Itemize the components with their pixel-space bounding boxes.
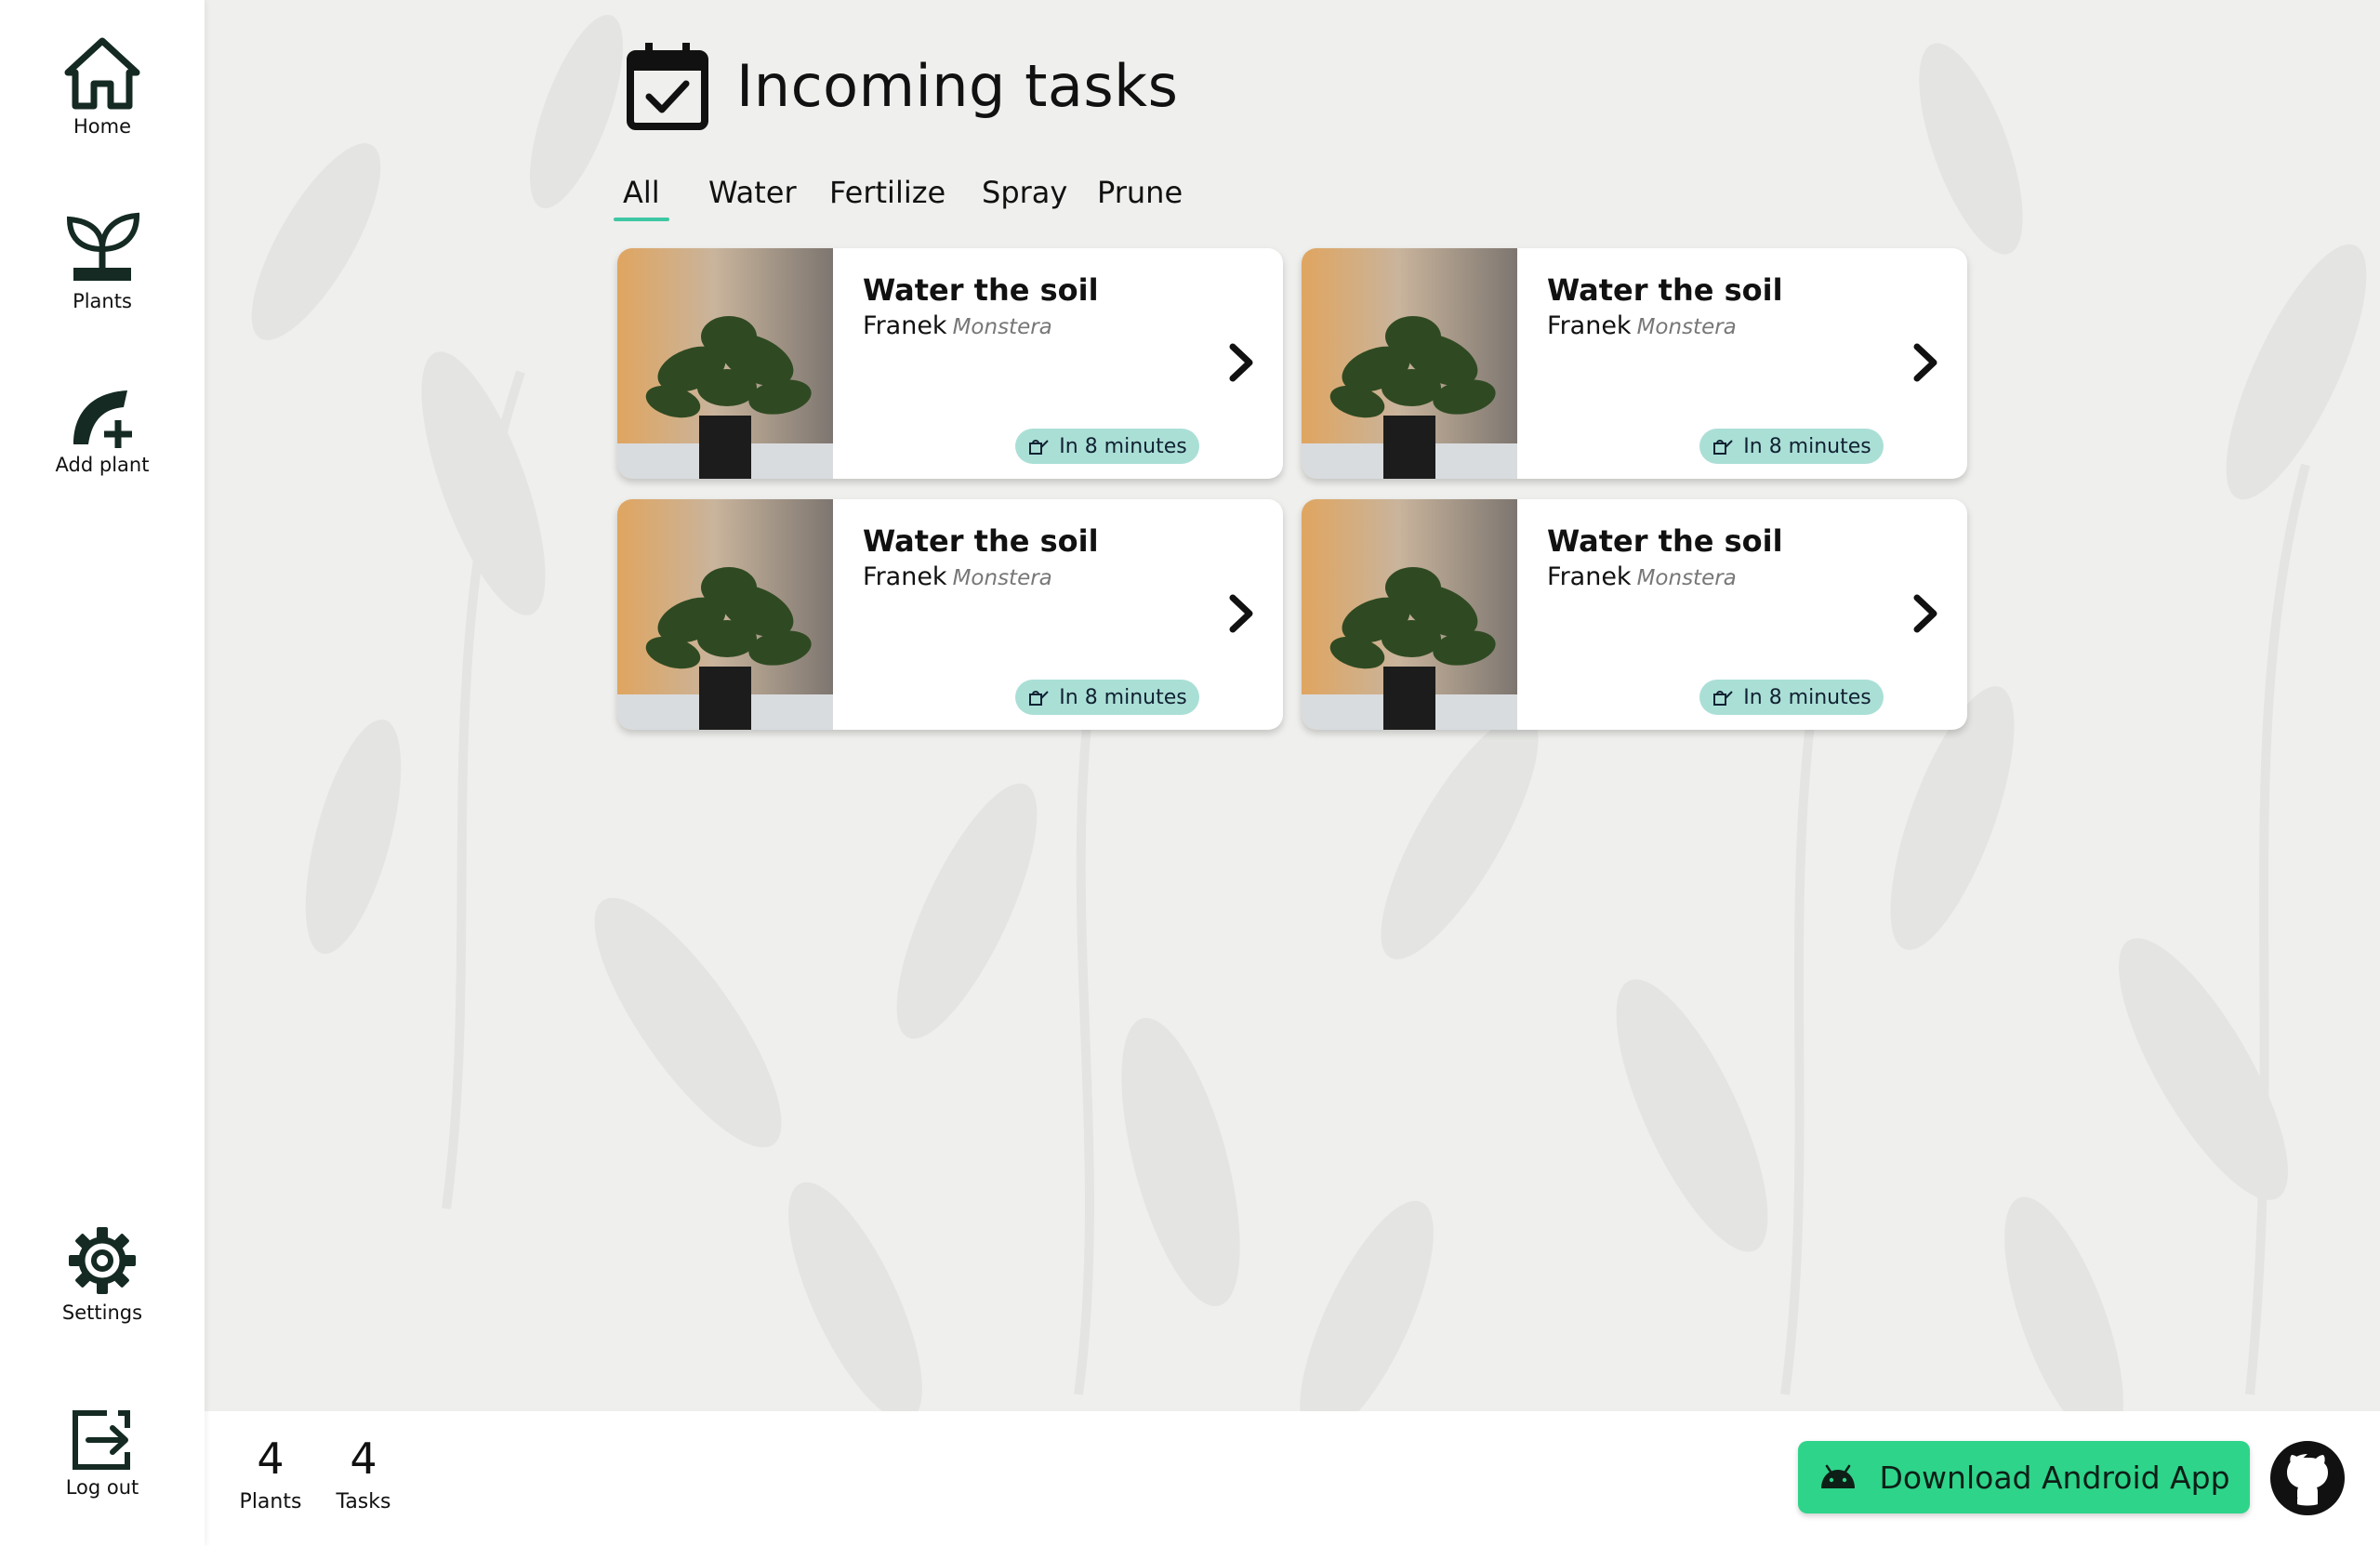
- plant-name: Franek: [1547, 562, 1632, 591]
- due-badge: In 8 minutes: [1015, 680, 1199, 715]
- task-title: Water the soil: [863, 272, 1099, 308]
- tasks-count: 4: [350, 1434, 377, 1484]
- plant-photo: [617, 248, 833, 479]
- chevron-right-icon[interactable]: [1911, 341, 1939, 384]
- add-plant-icon: [73, 390, 132, 448]
- footer-bar: 4 Plants 4 Tasks Download Android App: [205, 1411, 2380, 1546]
- plant-species: Monstera: [1636, 566, 1737, 590]
- task-plant-info: Franek Monstera: [863, 562, 1052, 591]
- logout-icon: [73, 1410, 130, 1470]
- plant-photo: [617, 499, 833, 730]
- task-plant-info: Franek Monstera: [1547, 311, 1737, 340]
- tab-prune[interactable]: Prune: [1088, 175, 1192, 210]
- github-icon[interactable]: [2270, 1441, 2345, 1515]
- gear-icon: [69, 1227, 136, 1294]
- plants-stat-label: Plants: [239, 1489, 302, 1513]
- plant-name: Franek: [863, 311, 947, 340]
- sidebar-item-add-plant[interactable]: Add plant: [0, 383, 205, 476]
- sidebar: Home Plants Add plant Settings Log out: [0, 0, 205, 1546]
- task-card[interactable]: Water the soil Franek Monstera In 8 minut…: [617, 248, 1283, 479]
- plant-photo: [1302, 248, 1517, 479]
- tab-water[interactable]: Water: [699, 175, 806, 210]
- sidebar-item-logout[interactable]: Log out: [0, 1407, 205, 1499]
- watering-can-icon: [1029, 691, 1049, 706]
- plant-photo: [1302, 499, 1517, 730]
- home-icon: [64, 37, 140, 110]
- task-card[interactable]: Water the soil Franek Monstera In 8 minut…: [1302, 248, 1967, 479]
- plant-name: Franek: [863, 562, 947, 591]
- due-label: In 8 minutes: [1743, 685, 1871, 709]
- task-card[interactable]: Water the soil Franek Monstera In 8 minut…: [1302, 499, 1967, 730]
- watering-can-icon: [1713, 691, 1733, 706]
- main-content: Incoming tasks All Water Fertilize Spray…: [205, 0, 2380, 1411]
- task-plant-info: Franek Monstera: [1547, 562, 1737, 591]
- download-button-label: Download Android App: [1879, 1459, 2230, 1496]
- sidebar-item-label: Log out: [65, 1476, 139, 1499]
- plant-species: Monstera: [952, 566, 1052, 590]
- sidebar-item-label: Home: [73, 115, 131, 138]
- sprout-icon: [66, 212, 140, 281]
- tasks-stat: 4 Tasks: [317, 1435, 410, 1513]
- plants-stat: 4 Plants: [224, 1435, 317, 1513]
- sidebar-item-plants[interactable]: Plants: [0, 210, 205, 312]
- download-android-app-button[interactable]: Download Android App: [1798, 1441, 2250, 1513]
- tab-spray[interactable]: Spray: [972, 175, 1077, 210]
- chevron-right-icon[interactable]: [1911, 592, 1939, 635]
- tab-fertilize[interactable]: Fertilize: [820, 175, 955, 210]
- tasks-stat-label: Tasks: [336, 1489, 391, 1513]
- sidebar-item-label: Settings: [61, 1302, 143, 1324]
- chevron-right-icon[interactable]: [1227, 341, 1255, 384]
- due-badge: In 8 minutes: [1699, 680, 1884, 715]
- due-label: In 8 minutes: [1743, 434, 1871, 458]
- task-card[interactable]: Water the soil Franek Monstera In 8 minut…: [617, 499, 1283, 730]
- task-title: Water the soil: [1547, 523, 1783, 559]
- sidebar-item-home[interactable]: Home: [0, 35, 205, 138]
- plants-count: 4: [257, 1434, 284, 1484]
- task-plant-info: Franek Monstera: [863, 311, 1052, 340]
- due-badge: In 8 minutes: [1015, 429, 1199, 464]
- plant-species: Monstera: [1636, 315, 1737, 339]
- task-title: Water the soil: [863, 523, 1099, 559]
- task-title: Water the soil: [1547, 272, 1783, 308]
- due-label: In 8 minutes: [1059, 434, 1187, 458]
- sidebar-item-label: Plants: [73, 290, 132, 312]
- leaf-pattern-background: [251, 14, 2367, 1411]
- sidebar-item-settings[interactable]: Settings: [0, 1223, 205, 1324]
- calendar-check-icon: [627, 43, 708, 130]
- page-title: Incoming tasks: [736, 52, 1179, 120]
- chevron-right-icon[interactable]: [1227, 592, 1255, 635]
- sidebar-item-label: Add plant: [55, 454, 150, 476]
- tab-all[interactable]: All: [614, 175, 669, 221]
- due-badge: In 8 minutes: [1699, 429, 1884, 464]
- plant-species: Monstera: [952, 315, 1052, 339]
- watering-can-icon: [1713, 440, 1733, 455]
- plant-name: Franek: [1547, 311, 1632, 340]
- watering-can-icon: [1029, 440, 1049, 455]
- android-icon: [1821, 1464, 1856, 1488]
- due-label: In 8 minutes: [1059, 685, 1187, 709]
